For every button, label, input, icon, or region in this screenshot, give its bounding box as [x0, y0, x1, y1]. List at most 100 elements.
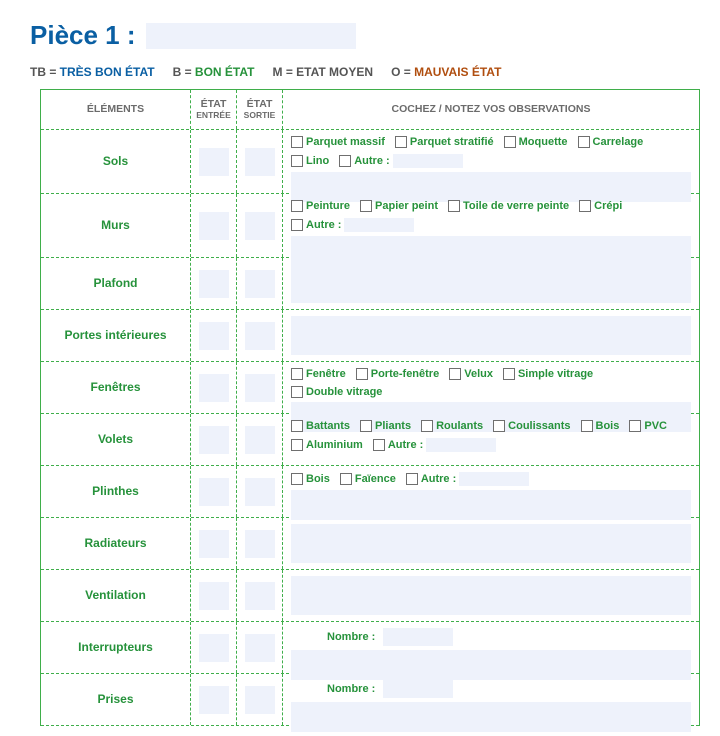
checkbox-icon[interactable]	[291, 219, 303, 231]
checkbox-item[interactable]: Lino	[291, 155, 329, 167]
element-label: Murs	[101, 219, 130, 233]
checkbox-icon[interactable]	[579, 200, 591, 212]
state-sortie-input[interactable]	[245, 582, 275, 610]
nombre-input[interactable]	[383, 628, 453, 646]
autre-input[interactable]	[426, 438, 496, 452]
checkbox-item[interactable]: Crépi	[579, 200, 622, 212]
observations-input[interactable]	[291, 702, 691, 732]
checkbox-item[interactable]: Moquette	[504, 136, 568, 148]
checkbox-item[interactable]: Velux	[449, 368, 493, 380]
state-sortie-input[interactable]	[245, 322, 275, 350]
checkbox-item[interactable]: Bois	[291, 473, 330, 485]
checkbox-icon[interactable]	[493, 420, 505, 432]
checkbox-item[interactable]: Autre :	[373, 438, 496, 452]
checkbox-item[interactable]: Bois	[581, 420, 620, 432]
checkbox-icon[interactable]	[504, 136, 516, 148]
state-entree-input[interactable]	[199, 426, 229, 454]
checkbox-icon[interactable]	[291, 473, 303, 485]
checkbox-icon[interactable]	[339, 155, 351, 167]
checkbox-icon[interactable]	[291, 386, 303, 398]
checkbox-icon[interactable]	[291, 439, 303, 451]
state-entree-input[interactable]	[199, 530, 229, 558]
state-entree-input[interactable]	[199, 478, 229, 506]
checkbox-item[interactable]: Toile de verre peinte	[448, 200, 569, 212]
checkbox-item[interactable]: Pliants	[360, 420, 411, 432]
element-cell: Murs	[41, 194, 191, 257]
checkbox-label: Crépi	[594, 200, 622, 212]
header-elements: ÉLÉMENTS	[41, 90, 191, 129]
checkbox-icon[interactable]	[448, 200, 460, 212]
checkbox-icon[interactable]	[373, 439, 385, 451]
autre-input[interactable]	[344, 218, 414, 232]
checkbox-item[interactable]: Fenêtre	[291, 368, 346, 380]
state-entree-input[interactable]	[199, 322, 229, 350]
state-sortie-cell	[237, 518, 283, 569]
checkbox-icon[interactable]	[291, 200, 303, 212]
checkbox-icon[interactable]	[291, 368, 303, 380]
nombre-input[interactable]	[383, 680, 453, 698]
room-name-input[interactable]	[146, 23, 356, 49]
checkbox-icon[interactable]	[356, 368, 368, 380]
observations-input[interactable]	[291, 490, 691, 520]
state-sortie-input[interactable]	[245, 426, 275, 454]
checkbox-icon[interactable]	[395, 136, 407, 148]
checkbox-item[interactable]: Autre :	[406, 472, 529, 486]
observations-input[interactable]	[291, 316, 691, 355]
state-entree-input[interactable]	[199, 212, 229, 240]
state-sortie-input[interactable]	[245, 374, 275, 402]
checkbox-item[interactable]: Aluminium	[291, 439, 363, 451]
checkbox-item[interactable]: Porte-fenêtre	[356, 368, 439, 380]
state-sortie-input[interactable]	[245, 686, 275, 714]
checkbox-icon[interactable]	[581, 420, 593, 432]
checkbox-item[interactable]: Double vitrage	[291, 386, 382, 398]
checkbox-icon[interactable]	[291, 155, 303, 167]
checkbox-item[interactable]: Carrelage	[578, 136, 644, 148]
state-sortie-input[interactable]	[245, 634, 275, 662]
checkbox-icon[interactable]	[360, 200, 372, 212]
state-sortie-input[interactable]	[245, 148, 275, 176]
state-sortie-input[interactable]	[245, 212, 275, 240]
state-sortie-input[interactable]	[245, 530, 275, 558]
state-entree-input[interactable]	[199, 270, 229, 298]
checkbox-icon[interactable]	[449, 368, 461, 380]
state-sortie-input[interactable]	[245, 478, 275, 506]
observations-input[interactable]	[291, 264, 691, 303]
observations-input[interactable]	[291, 524, 691, 563]
element-label: Plafond	[94, 277, 138, 291]
checkbox-item[interactable]: Simple vitrage	[503, 368, 593, 380]
observations-input[interactable]	[291, 576, 691, 615]
checkbox-icon[interactable]	[291, 136, 303, 148]
checkbox-item[interactable]: Autre :	[339, 154, 462, 168]
checkbox-icon[interactable]	[291, 420, 303, 432]
checkbox-item[interactable]: Faïence	[340, 473, 396, 485]
checkbox-item[interactable]: PVC	[629, 420, 667, 432]
checkbox-item[interactable]: Parquet massif	[291, 136, 385, 148]
page-title: Pièce 1 :	[30, 20, 136, 51]
table-row: PlinthesBoisFaïenceAutre :	[41, 466, 699, 518]
checkbox-icon[interactable]	[406, 473, 418, 485]
state-entree-input[interactable]	[199, 148, 229, 176]
state-entree-input[interactable]	[199, 634, 229, 662]
checkbox-item[interactable]: Papier peint	[360, 200, 438, 212]
checkbox-icon[interactable]	[360, 420, 372, 432]
checkbox-icon[interactable]	[503, 368, 515, 380]
checkbox-item[interactable]: Parquet stratifié	[395, 136, 494, 148]
state-entree-input[interactable]	[199, 582, 229, 610]
table-row: Murs Peinture Papier peint Toile de verre p…	[41, 194, 699, 258]
checkbox-icon[interactable]	[578, 136, 590, 148]
checkbox-item[interactable]: Peinture	[291, 200, 350, 212]
state-entree-input[interactable]	[199, 686, 229, 714]
autre-input[interactable]	[393, 154, 463, 168]
checkbox-icon[interactable]	[421, 420, 433, 432]
checkbox-item[interactable]: Battants	[291, 420, 350, 432]
state-entree-input[interactable]	[199, 374, 229, 402]
state-sortie-input[interactable]	[245, 270, 275, 298]
checkbox-item[interactable]: Autre :	[291, 218, 414, 232]
state-sortie-cell	[237, 466, 283, 517]
checkbox-item[interactable]: Coulissants	[493, 420, 570, 432]
legend: TB = TRÈS BON ÉTATB = BON ÉTATM = ETAT M…	[30, 65, 710, 79]
autre-input[interactable]	[459, 472, 529, 486]
checkbox-icon[interactable]	[629, 420, 641, 432]
checkbox-item[interactable]: Roulants	[421, 420, 483, 432]
checkbox-icon[interactable]	[340, 473, 352, 485]
